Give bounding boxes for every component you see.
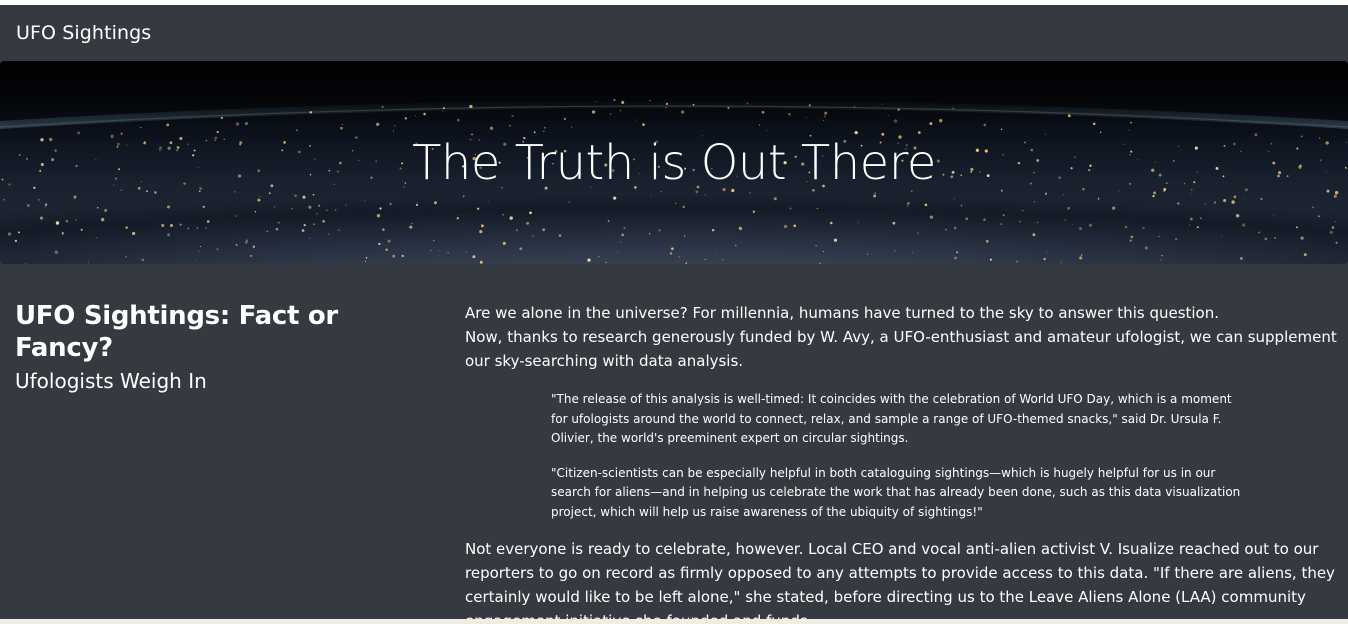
- intro-paragraph: Are we alone in the universe? For millen…: [465, 301, 1337, 373]
- page: UFO Sightings The Truth is Out There UFO…: [0, 5, 1348, 619]
- hero-banner: The Truth is Out There: [0, 61, 1348, 264]
- navbar: UFO Sightings: [0, 5, 1348, 61]
- page-bottom-edge: [0, 619, 1348, 624]
- intro-line-1: Are we alone in the universe? For millen…: [465, 304, 1220, 322]
- article-subheading: Ufologists Weigh In: [15, 369, 207, 393]
- navbar-brand-link[interactable]: UFO Sightings: [16, 22, 151, 44]
- article-body: Are we alone in the universe? For millen…: [465, 301, 1337, 619]
- article-header: UFO Sightings: Fact or Fancy? Ufologists…: [15, 300, 435, 394]
- intro-line-2: Now, thanks to research generously funde…: [465, 328, 1337, 370]
- quotes-block: "The release of this analysis is well-ti…: [551, 390, 1251, 522]
- paragraph-opposition: Not everyone is ready to celebrate, howe…: [465, 540, 1335, 619]
- quote-olivier: "The release of this analysis is well-ti…: [551, 392, 1232, 445]
- hero-title: The Truth is Out There: [412, 134, 936, 191]
- quote-citizen-scientists: "Citizen-scientists can be especially he…: [551, 465, 1241, 519]
- article-heading: UFO Sightings: Fact or Fancy?: [15, 301, 338, 363]
